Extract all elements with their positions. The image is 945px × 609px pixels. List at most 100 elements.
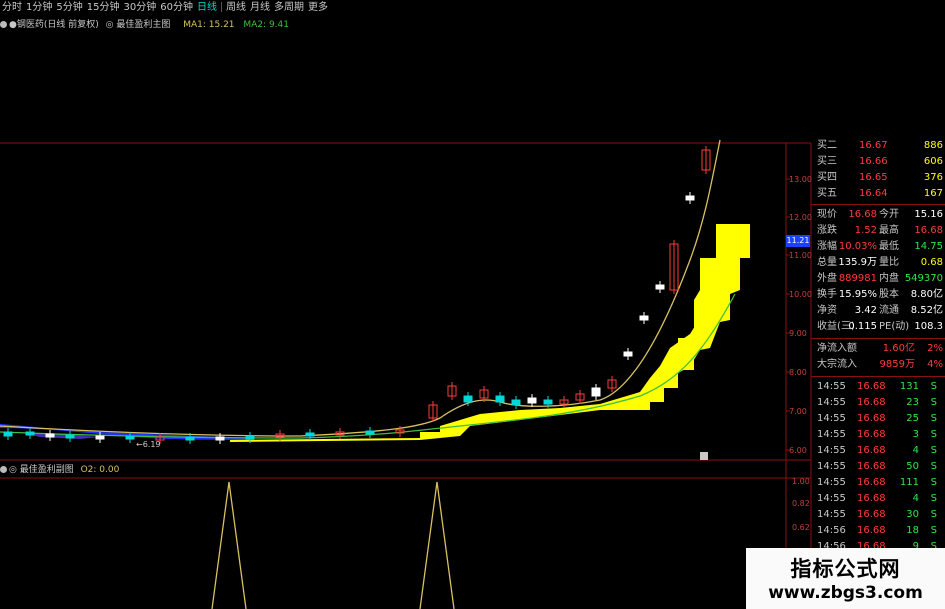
period-tab[interactable]: 1分钟 (24, 0, 54, 16)
tick-side: S (930, 397, 937, 408)
tick-price: 16.68 (857, 445, 886, 456)
flow-row: 大宗流入 9859万 4% (811, 357, 945, 373)
low-price-label: ←6.19 (136, 440, 161, 449)
order-price: 16.66 (859, 156, 888, 167)
tick-time: 14:55 (817, 477, 846, 488)
stat-value: 1.52 (854, 225, 877, 236)
tick-price: 16.68 (857, 397, 886, 408)
stat-value: 8.80亿 (910, 289, 943, 300)
stat-label: 股本 (879, 289, 899, 300)
tick-row: 14:56 16.68 18 S (811, 523, 945, 539)
tick-volume: 30 (906, 509, 919, 520)
period-tab[interactable]: 日线 (195, 0, 219, 16)
tick-price: 16.68 (857, 461, 886, 472)
sub-indicator-name[interactable]: ◎ 最佳盈利副图 (9, 465, 74, 475)
period-tab[interactable]: 60分钟 (158, 0, 195, 16)
period-tab[interactable]: 月线 (248, 0, 272, 16)
quote-stat-row: 外盘 889981 内盘 549370 (811, 271, 945, 287)
sub-chart-header: ◎ 最佳盈利副图 O2: 0.00 (0, 463, 119, 477)
tick-volume: 25 (906, 413, 919, 424)
chart-marker-icon (700, 452, 708, 460)
main-chart-header: ●钢医药(日线 前复权) ◎ 最佳盈利主图 MA1: 15.21 MA2: 9.… (0, 18, 289, 32)
ma2-value: MA2: 9.41 (243, 20, 289, 30)
price-tick-label: 9.00 (789, 329, 807, 338)
order-volume: 167 (923, 188, 943, 199)
stat-label: 涨幅 (817, 241, 837, 252)
quote-stats: 现价 16.68 今开 15.16 涨跌 1.52 最高 16.68 涨幅 10.0… (811, 207, 945, 335)
quote-stat-row: 总量 135.9万 量比 0.68 (811, 255, 945, 271)
tick-time: 14:55 (817, 493, 846, 504)
stat-label: 内盘 (879, 273, 899, 284)
tick-price: 16.68 (857, 381, 886, 392)
period-tab[interactable]: 多周期 (272, 0, 306, 16)
stat-label: 量比 (879, 257, 899, 268)
stat-label: 外盘 (817, 273, 837, 284)
order-book: 买二 16.67 886 买三 16.66 606 买四 16.65 376 买五 1… (811, 138, 945, 202)
flow-pct: 2% (927, 343, 943, 354)
price-tick-label: 10.00 (789, 290, 812, 299)
stat-value: 8.52亿 (910, 305, 943, 316)
tick-volume: 131 (899, 381, 919, 392)
stock-title[interactable]: ●钢医药(日线 前复权) (9, 20, 99, 30)
stat-value: 16.68 (848, 209, 877, 220)
stat-label: 最高 (879, 225, 899, 236)
order-book-row[interactable]: 买二 16.67 886 (811, 138, 945, 154)
order-label: 买四 (817, 172, 837, 183)
price-tick-label: 8.00 (789, 368, 807, 377)
period-tab[interactable]: 5分钟 (54, 0, 84, 16)
tick-side: S (930, 493, 937, 504)
period-toolbar: 分时 1分钟 5分钟 15分钟 30分钟 60分钟 日线 周线 月线 多周期 更多 (0, 0, 945, 16)
price-tick-label: 6.00 (789, 446, 807, 455)
order-label: 买三 (817, 156, 837, 167)
stat-value: 0.68 (920, 257, 943, 268)
indicator-name[interactable]: ◎ 最佳盈利主图 (106, 20, 171, 30)
o2-value: O2: 0.00 (80, 465, 120, 475)
stat-label: 现价 (817, 209, 837, 220)
tick-price: 16.68 (857, 413, 886, 424)
order-book-row[interactable]: 买五 16.64 167 (811, 186, 945, 202)
tick-list[interactable]: 14:55 16.68 131 S 14:55 16.68 23 S 14:55 1… (811, 379, 945, 571)
tick-row: 14:55 16.68 3 S (811, 427, 945, 443)
stat-value: 889981 (838, 273, 877, 284)
period-tab[interactable]: 分时 (0, 0, 24, 16)
order-book-row[interactable]: 买三 16.66 606 (811, 154, 945, 170)
tick-volume: 18 (906, 525, 919, 536)
tick-row: 14:55 16.68 23 S (811, 395, 945, 411)
tick-price: 16.68 (857, 429, 886, 440)
period-tab[interactable]: 周线 (224, 0, 248, 16)
price-tick-label: 13.00 (789, 175, 812, 184)
sub-tick-label: 1.00 (792, 477, 810, 486)
order-label: 买二 (817, 140, 837, 151)
tick-side: S (930, 381, 937, 392)
tick-row: 14:55 16.68 4 S (811, 491, 945, 507)
period-tab[interactable]: 更多 (306, 0, 330, 16)
tick-row: 14:55 16.68 30 S (811, 507, 945, 523)
tick-time: 14:56 (817, 525, 846, 536)
quote-stat-row: 收益(三) 0.115 PE(动) 108.3 (811, 319, 945, 335)
quote-stat-row: 涨跌 1.52 最高 16.68 (811, 223, 945, 239)
flow-value: 1.60亿 (882, 343, 915, 354)
order-volume: 886 (923, 140, 943, 151)
period-tab[interactable]: 30分钟 (121, 0, 158, 16)
chart-grid (0, 142, 812, 609)
stat-value: 3.42 (854, 305, 877, 316)
stat-value: 16.68 (914, 225, 943, 236)
sub-tick-label: 0.62 (792, 523, 810, 532)
main-chart[interactable]: 13.00 12.00 11.00 10.00 9.00 8.00 7.00 6.00 1.0… (0, 0, 945, 609)
stat-label: 涨跌 (817, 225, 837, 236)
period-tab[interactable]: 15分钟 (85, 0, 122, 16)
watermark-url: www.zbgs3.com (768, 583, 923, 603)
flow-pct: 4% (927, 359, 943, 370)
order-book-row[interactable]: 买四 16.65 376 (811, 170, 945, 186)
tick-side: S (930, 429, 937, 440)
stat-value: 15.95% (838, 289, 877, 300)
stat-label: PE(动) (879, 321, 910, 332)
stat-label: 最低 (879, 241, 899, 252)
tick-time: 14:55 (817, 445, 846, 456)
stat-value: 10.03% (838, 241, 877, 252)
order-price: 16.64 (859, 188, 888, 199)
order-price: 16.67 (859, 140, 888, 151)
tick-row: 14:55 16.68 50 S (811, 459, 945, 475)
tick-side: S (930, 461, 937, 472)
tick-price: 16.68 (857, 493, 886, 504)
